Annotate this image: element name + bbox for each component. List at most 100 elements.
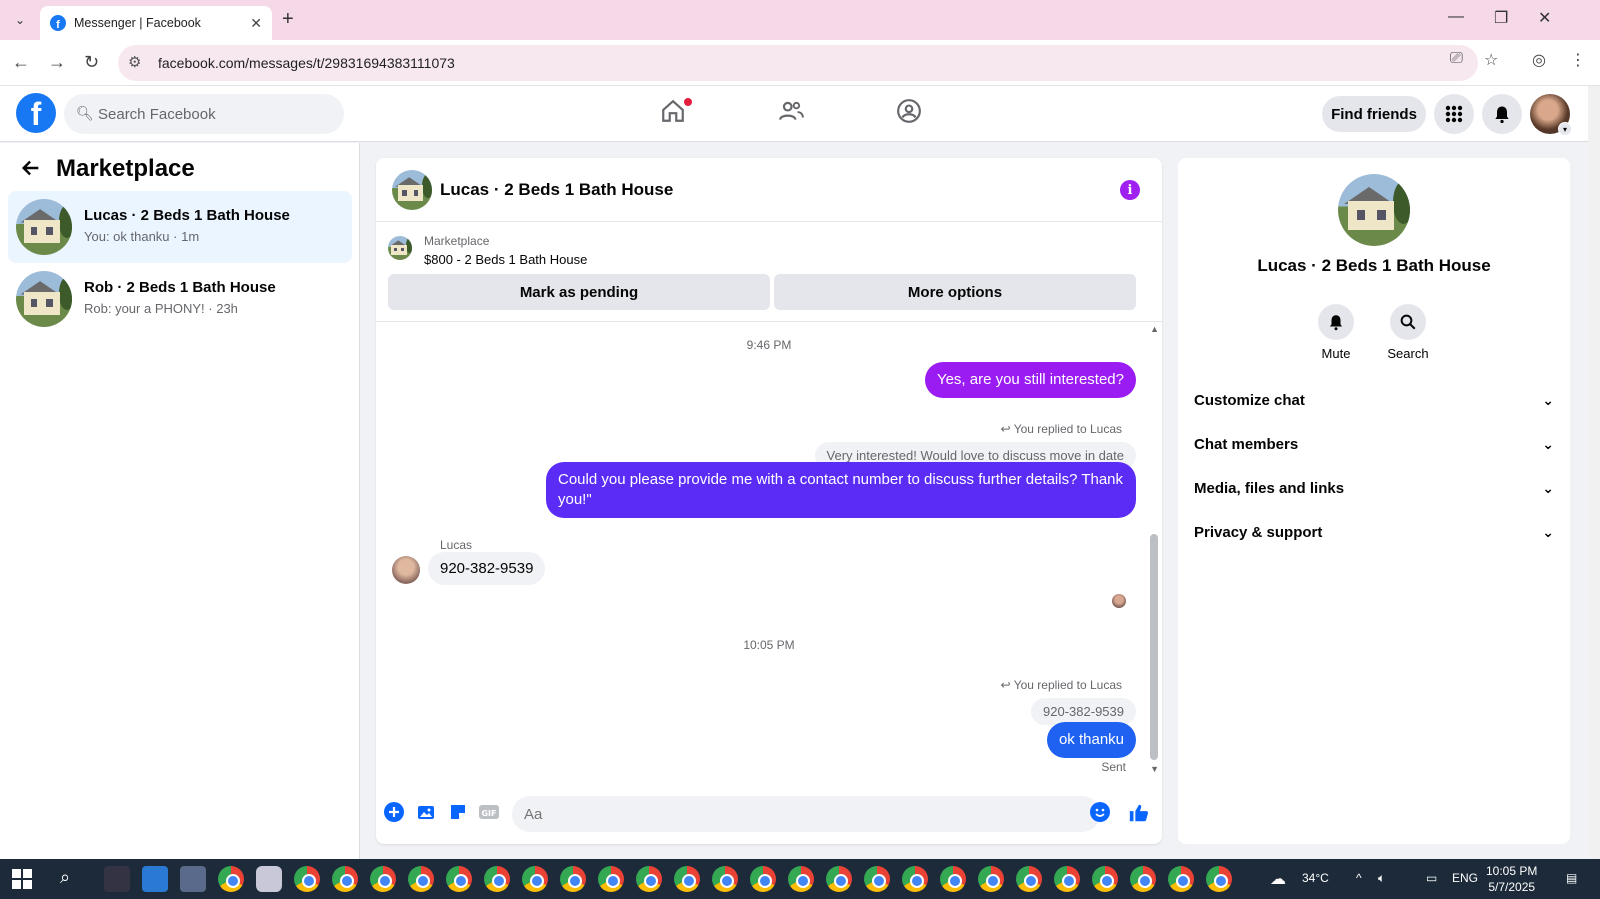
taskbar-chrome-profile-icon[interactable] (332, 866, 358, 892)
taskbar-chrome-profile-icon[interactable] (864, 866, 890, 892)
taskbar-chrome-profile-icon[interactable] (940, 866, 966, 892)
address-bar[interactable]: ⚙ facebook.com/messages/t/29831694383111… (118, 45, 1478, 81)
outgoing-message[interactable]: Yes, are you still interested? (924, 362, 1136, 398)
restore-button[interactable]: ❐ (1494, 8, 1508, 28)
taskbar-chrome-profile-icon[interactable] (1092, 866, 1118, 892)
friends-icon[interactable] (778, 98, 804, 131)
browser-menu-icon[interactable]: ⋮ (1570, 50, 1586, 70)
find-friends-button[interactable]: Find friends (1322, 96, 1426, 132)
media-files-links-section[interactable]: Media, files and links ⌄ (1194, 468, 1554, 508)
back-icon[interactable]: ← (12, 52, 30, 73)
taskbar-chrome-profile-icon[interactable] (484, 866, 510, 892)
scroll-up-arrow-icon[interactable]: ▲ (1150, 324, 1159, 334)
weather-temp[interactable]: 34°C (1302, 871, 1329, 885)
taskbar-chrome-profile-icon[interactable] (750, 866, 776, 892)
conversation-item[interactable]: Rob · 2 Beds 1 Bath House Rob: your a PH… (8, 263, 352, 335)
conversation-item[interactable]: Lucas · 2 Beds 1 Bath House You: ok than… (8, 191, 352, 263)
customize-chat-section[interactable]: Customize chat ⌄ (1194, 380, 1554, 420)
site-info-icon[interactable]: ⚙ (128, 53, 141, 71)
taskbar-app-icon[interactable] (104, 866, 130, 892)
minimize-button[interactable]: — (1448, 8, 1464, 26)
quoted-message[interactable]: 920-382-9539 (1031, 698, 1136, 725)
message-scrollbar[interactable] (1150, 534, 1158, 760)
taskbar-search-icon[interactable]: ⌕ (60, 867, 70, 888)
taskbar-chrome-icon[interactable] (218, 866, 244, 892)
bookmark-star-icon[interactable]: ☆ (1484, 50, 1498, 70)
taskbar-app-icon[interactable] (180, 866, 206, 892)
taskbar-chrome-profile-icon[interactable] (826, 866, 852, 892)
forward-icon[interactable]: → (48, 52, 66, 73)
privacy-support-section[interactable]: Privacy & support ⌄ (1194, 512, 1554, 552)
photo-icon[interactable] (416, 802, 436, 828)
chat-avatar[interactable] (392, 170, 432, 210)
taskbar-chrome-profile-icon[interactable] (712, 866, 738, 892)
taskbar-chrome-profile-icon[interactable] (1206, 866, 1232, 892)
listing-thumbnail[interactable] (388, 236, 412, 260)
mute-button[interactable]: Mute (1306, 304, 1366, 361)
facebook-logo-icon[interactable]: f (16, 93, 56, 133)
taskbar-chrome-profile-icon[interactable] (370, 866, 396, 892)
close-window-button[interactable]: ✕ (1538, 8, 1551, 28)
taskbar-chrome-profile-icon[interactable] (674, 866, 700, 892)
install-app-icon[interactable]: ⎚ (1450, 50, 1463, 68)
language-indicator[interactable]: ENG (1452, 871, 1478, 885)
details-avatar[interactable] (1338, 174, 1410, 246)
taskbar-store-icon[interactable] (142, 866, 168, 892)
gif-icon[interactable]: GIF (478, 802, 500, 828)
search-in-chat-button[interactable]: Search (1378, 304, 1438, 361)
taskbar-chrome-profile-icon[interactable] (1130, 866, 1156, 892)
sticker-icon[interactable] (448, 802, 468, 828)
emoji-icon[interactable] (1090, 802, 1110, 828)
volume-icon[interactable]: 🔈︎ (1378, 871, 1385, 886)
taskbar-chrome-profile-icon[interactable] (522, 866, 548, 892)
taskbar-chrome-profile-icon[interactable] (560, 866, 586, 892)
mark-as-pending-button[interactable]: Mark as pending (388, 274, 770, 310)
network-icon[interactable]: ▭ (1426, 871, 1437, 885)
browser-tab[interactable]: f Messenger | Facebook ✕ (40, 6, 272, 40)
taskbar-chrome-profile-icon[interactable] (294, 866, 320, 892)
new-tab-button[interactable]: + (282, 8, 294, 31)
profile-icon[interactable]: ◎ (1532, 50, 1546, 70)
scroll-down-arrow-icon[interactable]: ▼ (1150, 764, 1159, 774)
chat-title[interactable]: Lucas · 2 Beds 1 Bath House (440, 180, 673, 200)
message-list[interactable]: 9:46 PM Yes, are you still interested? ↩… (376, 324, 1162, 784)
taskbar-chrome-profile-icon[interactable] (1054, 866, 1080, 892)
taskbar-chrome-profile-icon[interactable] (446, 866, 472, 892)
taskbar-chrome-profile-icon[interactable] (978, 866, 1004, 892)
taskbar-chrome-profile-icon[interactable] (902, 866, 928, 892)
taskbar-chrome-profile-icon[interactable] (1168, 866, 1194, 892)
thumbs-up-icon[interactable] (1128, 802, 1150, 830)
windows-start-icon[interactable] (12, 869, 32, 889)
listing-title[interactable]: $800 - 2 Beds 1 Bath House (424, 252, 587, 267)
incoming-message[interactable]: 920-382-9539 (428, 552, 546, 585)
message-input[interactable] (512, 796, 1100, 832)
home-icon[interactable] (660, 98, 686, 131)
taskbar-paint-icon[interactable] (256, 866, 282, 892)
more-options-button[interactable]: More options (774, 274, 1136, 310)
taskbar-chrome-profile-icon[interactable] (598, 866, 624, 892)
notification-center-icon[interactable]: ▤ (1566, 871, 1577, 885)
back-arrow-icon[interactable] (20, 157, 42, 185)
menu-grid-icon[interactable] (1434, 94, 1474, 134)
notifications-bell-icon[interactable] (1482, 94, 1522, 134)
outgoing-message[interactable]: Could you please provide me with a conta… (546, 462, 1136, 518)
reload-icon[interactable]: ↻ (84, 52, 99, 73)
taskbar-chrome-profile-icon[interactable] (636, 866, 662, 892)
groups-icon[interactable] (896, 98, 922, 131)
tab-search-dropdown[interactable]: ⌄ (8, 9, 32, 31)
weather-icon[interactable]: ☁ (1270, 869, 1286, 889)
lucas-avatar[interactable] (392, 556, 420, 584)
tray-chevron-icon[interactable]: ^ (1356, 871, 1362, 885)
close-tab-icon[interactable]: ✕ (250, 15, 262, 32)
facebook-search[interactable]: 🔍︎ Search Facebook (64, 94, 344, 134)
outgoing-message[interactable]: ok thanku (1046, 722, 1136, 758)
taskbar-chrome-profile-icon[interactable] (788, 866, 814, 892)
chat-members-section[interactable]: Chat members ⌄ (1194, 424, 1554, 464)
taskbar-chrome-profile-icon[interactable] (408, 866, 434, 892)
account-avatar[interactable]: ▾ (1530, 94, 1572, 136)
page-scrollbar[interactable] (1588, 86, 1600, 859)
add-plus-icon[interactable] (384, 802, 404, 828)
taskbar-clock[interactable]: 10:05 PM 5/7/2025 (1486, 863, 1537, 895)
taskbar-chrome-profile-icon[interactable] (1016, 866, 1042, 892)
info-icon[interactable]: i (1120, 180, 1140, 200)
